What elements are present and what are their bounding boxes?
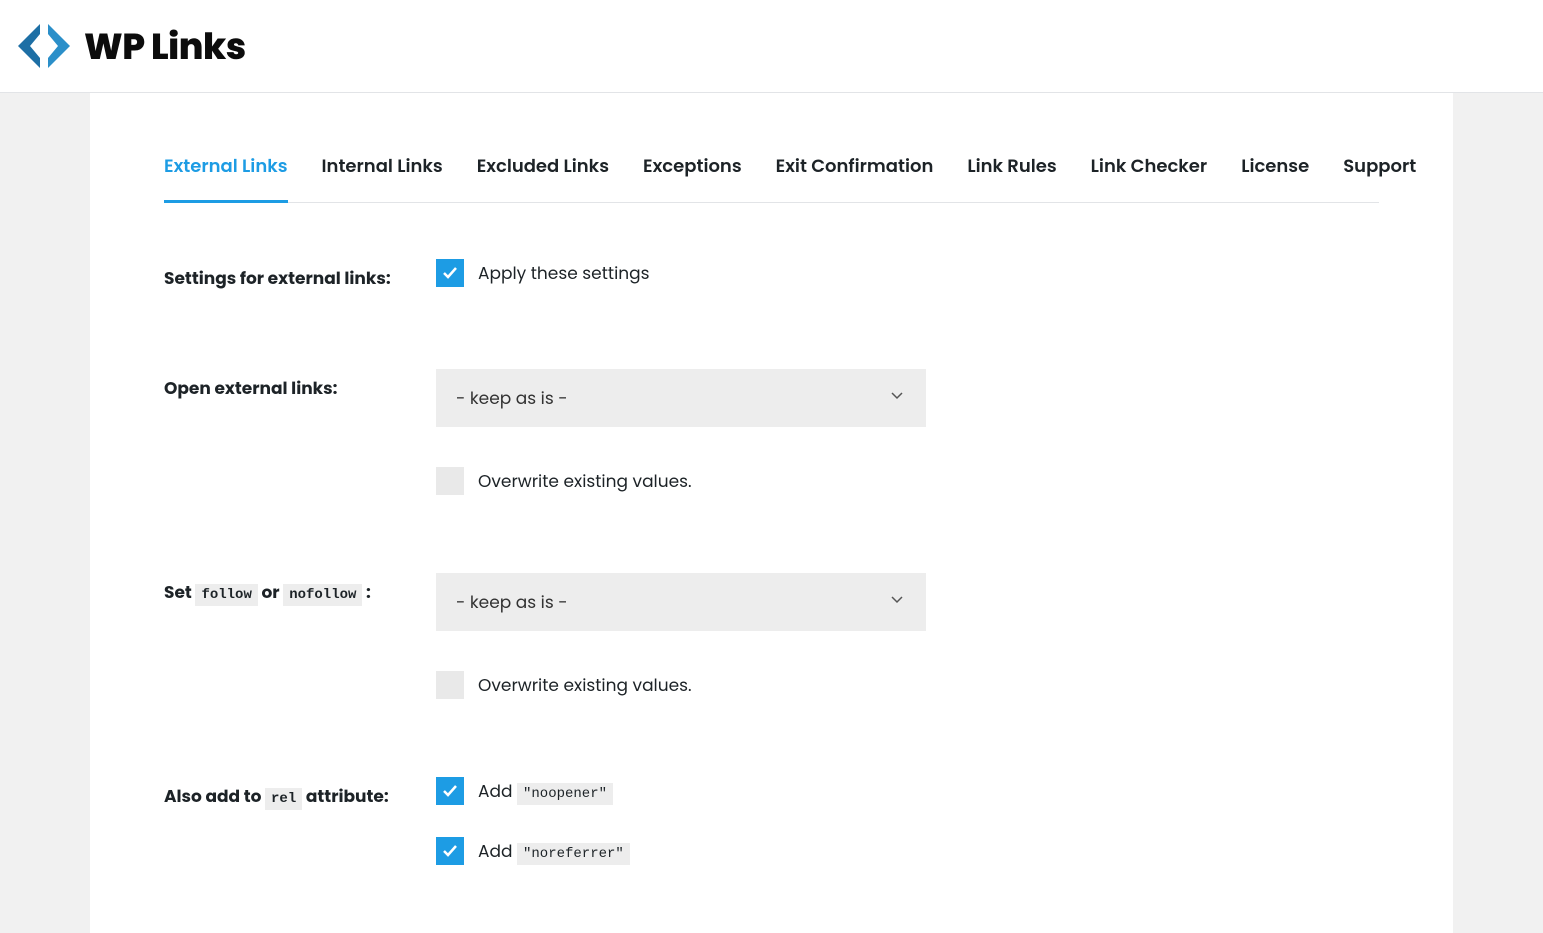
code-rel: rel [265,788,302,810]
code-follow: follow [195,584,257,606]
noreferrer-checkbox[interactable] [436,837,464,865]
tab-license[interactable]: License [1241,153,1309,203]
label-settings: Settings for external links: [164,259,436,291]
follow-overwrite-option: Overwrite existing values. [436,671,926,699]
settings-panel: External Links Internal Links Excluded L… [90,93,1453,933]
page: External Links Internal Links Excluded L… [0,93,1543,933]
apply-settings-label: Apply these settings [478,260,650,286]
tab-link-rules[interactable]: Link Rules [967,153,1056,203]
row-settings: Settings for external links: Apply these… [164,259,1379,291]
row-follow: Set follow or nofollow : - keep as is - … [164,573,1379,699]
open-overwrite-checkbox[interactable] [436,467,464,495]
row-rel: Also add to rel attribute: Add "noopener… [164,777,1379,865]
tab-excluded-links[interactable]: Excluded Links [477,153,609,203]
logo-icon [16,18,72,74]
open-links-value: - keep as is - [456,385,568,411]
noreferrer-label: Add "noreferrer" [478,838,630,864]
open-overwrite-option: Overwrite existing values. [436,467,926,495]
tab-external-links[interactable]: External Links [164,153,288,203]
chevron-down-icon [888,385,906,411]
follow-overwrite-checkbox[interactable] [436,671,464,699]
label-follow: Set follow or nofollow : [164,573,436,605]
tabs: External Links Internal Links Excluded L… [164,153,1379,203]
open-links-select[interactable]: - keep as is - [436,369,926,427]
code-noopener: "noopener" [517,783,613,805]
noopener-label: Add "noopener" [478,778,613,804]
header: WP Links [0,0,1543,93]
apply-settings-option: Apply these settings [436,259,926,287]
tab-internal-links[interactable]: Internal Links [322,153,443,203]
follow-overwrite-label: Overwrite existing values. [478,672,692,698]
code-noreferrer: "noreferrer" [517,843,630,865]
tab-link-checker[interactable]: Link Checker [1091,153,1208,203]
open-overwrite-label: Overwrite existing values. [478,468,692,494]
tab-exceptions[interactable]: Exceptions [643,153,742,203]
noopener-checkbox[interactable] [436,777,464,805]
label-rel: Also add to rel attribute: [164,777,436,809]
noopener-option: Add "noopener" [436,777,926,805]
tab-support[interactable]: Support [1343,153,1416,203]
apply-settings-checkbox[interactable] [436,259,464,287]
code-nofollow: nofollow [283,584,362,606]
logo-text: WP Links [84,19,246,74]
follow-value: - keep as is - [456,589,568,615]
noreferrer-option: Add "noreferrer" [436,837,926,865]
row-open-links: Open external links: - keep as is - Over… [164,369,1379,495]
logo: WP Links [16,18,1527,74]
follow-select[interactable]: - keep as is - [436,573,926,631]
chevron-down-icon [888,589,906,615]
label-open-links: Open external links: [164,369,436,401]
tab-exit-confirmation[interactable]: Exit Confirmation [776,153,934,203]
